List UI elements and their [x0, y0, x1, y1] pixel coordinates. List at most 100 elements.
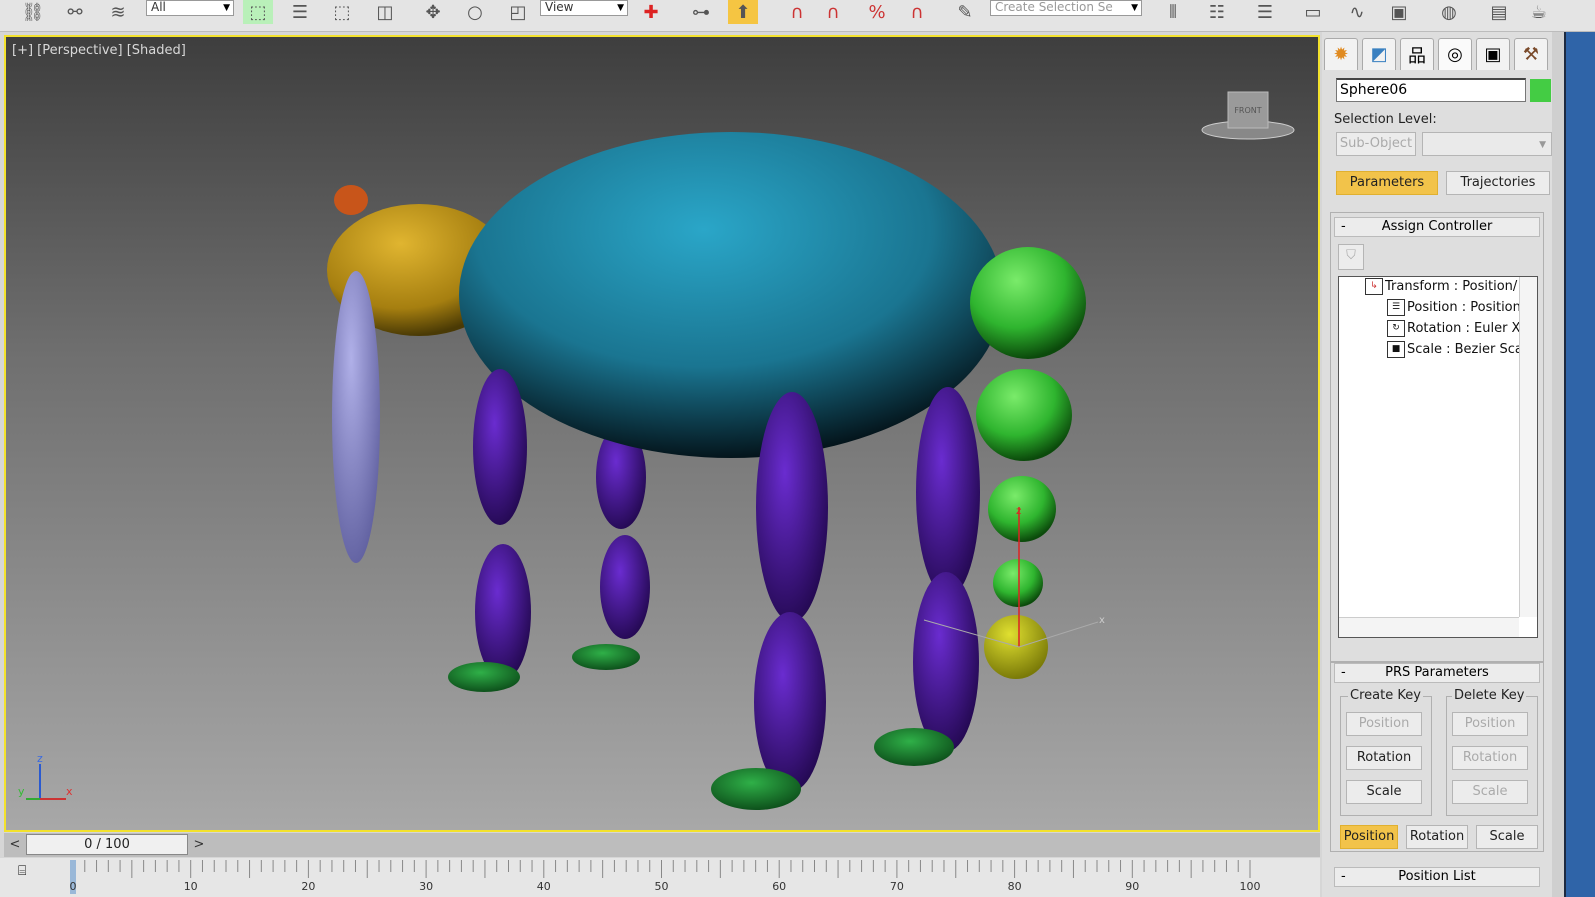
move-icon[interactable]: ✥ — [418, 0, 448, 24]
pivot-icon[interactable]: ✚ — [636, 0, 666, 24]
position-mode-button[interactable]: Position — [1340, 825, 1398, 849]
nose-sphere[interactable] — [334, 185, 368, 215]
viewcube[interactable]: FRONT — [1201, 91, 1295, 140]
foot-back[interactable] — [572, 644, 640, 670]
selection-filter-value: All — [151, 0, 166, 14]
tab-hierarchy[interactable]: 品 — [1400, 38, 1434, 70]
tab-display[interactable]: ▣ — [1476, 38, 1510, 70]
track-bar[interactable]: ⌸ 0 10 20 30 40 50 60 70 80 90 100 — [0, 858, 1320, 897]
reference-coord-value: View — [545, 0, 574, 14]
named-selection-input[interactable]: Create Selection Se ▼ — [990, 0, 1142, 16]
rotation-controller-icon: ↻ — [1387, 320, 1405, 337]
collapse-icon: - — [1341, 219, 1346, 234]
curve-editor-icon[interactable]: ∿ — [1342, 0, 1372, 24]
foot-front-left[interactable] — [448, 662, 520, 692]
prs-parameters-header[interactable]: - PRS Parameters — [1334, 663, 1540, 683]
scene-explorer-icon[interactable]: ▭ — [1298, 0, 1328, 24]
chevron-down-icon: ▼ — [1131, 3, 1138, 13]
layer-explorer-icon[interactable]: ☰ — [1250, 0, 1280, 24]
leg-mid-upper[interactable] — [756, 392, 828, 622]
perspective-viewport[interactable]: [+] [Perspective] [Shaded] FRONT x z z x… — [4, 35, 1320, 832]
foot-mid[interactable] — [711, 768, 801, 810]
render-setup-icon[interactable]: ▤ — [1484, 0, 1514, 24]
spinner-snap-icon[interactable]: ∩ — [902, 0, 932, 24]
leg-front-left-lower[interactable] — [475, 544, 531, 680]
tree-item-scale[interactable]: ■ Scale : Bezier Sca — [1387, 341, 1523, 358]
prev-frame-button[interactable]: < — [6, 835, 24, 855]
select-object-icon[interactable]: ⬚ — [243, 0, 273, 24]
delete-rotation-key-button[interactable]: Rotation — [1452, 746, 1528, 770]
angle-snap-icon[interactable]: ∩ — [818, 0, 848, 24]
leg-mid-lower[interactable] — [754, 612, 826, 792]
keyboard-shortcut-icon[interactable]: ⬆ — [728, 0, 758, 24]
selected-sphere06[interactable] — [984, 615, 1048, 679]
leg-right-lower[interactable] — [913, 572, 979, 752]
assign-controller-button[interactable]: ⛉ — [1338, 244, 1364, 270]
rotate-icon[interactable]: ○ — [460, 0, 490, 24]
tab-create[interactable]: ✹ — [1324, 38, 1358, 70]
sub-object-button[interactable]: Sub-Object — [1336, 132, 1416, 156]
tab-modify[interactable]: ◩ — [1362, 38, 1396, 70]
ear-ellipsoid[interactable] — [332, 271, 380, 563]
tree-item-transform[interactable]: ↳ Transform : Position/ — [1365, 278, 1517, 295]
leg-front-left-upper[interactable] — [473, 369, 527, 525]
chevron-down-icon: ▼ — [223, 3, 230, 13]
tree-item-position[interactable]: ☰ Position : Position — [1387, 299, 1521, 316]
assign-controller-header[interactable]: - Assign Controller — [1334, 217, 1540, 237]
tail-sphere-3[interactable] — [988, 476, 1056, 542]
viewcube-front-label[interactable]: FRONT — [1234, 106, 1261, 115]
frame-tick-label: 40 — [536, 880, 551, 893]
frame-tick-label: 60 — [772, 880, 787, 893]
tab-motion[interactable]: ◎ — [1438, 38, 1472, 70]
unlink-icon[interactable]: ⚯ — [60, 0, 90, 24]
bind-spacewarp-icon[interactable]: ≋ — [103, 0, 133, 24]
tail-sphere-1[interactable] — [970, 247, 1086, 359]
tab-utilities[interactable]: ⚒ — [1514, 38, 1548, 70]
body-ellipsoid[interactable] — [459, 132, 1003, 458]
tail-sphere-2[interactable] — [976, 369, 1072, 461]
selection-level-label: Selection Level: — [1334, 112, 1437, 127]
tree-vertical-scrollbar[interactable] — [1519, 277, 1537, 617]
foot-right[interactable] — [874, 728, 954, 766]
scale-mode-button[interactable]: Scale — [1476, 825, 1538, 849]
leg-back-lower[interactable] — [600, 535, 650, 639]
object-color-swatch[interactable] — [1530, 79, 1551, 102]
tree-horizontal-scrollbar[interactable] — [1339, 617, 1519, 637]
trajectories-button[interactable]: Trajectories — [1446, 171, 1550, 195]
tail-sphere-4[interactable] — [993, 559, 1043, 607]
panel-scrollbar[interactable] — [1552, 32, 1595, 897]
edit-named-selection-icon[interactable]: ✎ — [950, 0, 980, 24]
render-icon[interactable]: ☕ — [1524, 0, 1554, 24]
select-by-name-icon[interactable]: ☰ — [285, 0, 315, 24]
material-editor-icon[interactable]: ◍ — [1434, 0, 1464, 24]
collapse-icon: - — [1341, 869, 1346, 884]
create-position-key-button[interactable]: Position — [1346, 712, 1422, 736]
object-name-input[interactable]: Sphere06 — [1336, 78, 1526, 102]
scale-icon[interactable]: ◰ — [503, 0, 533, 24]
link-icon[interactable]: ⛓ — [18, 0, 48, 24]
create-scale-key-button[interactable]: Scale — [1346, 780, 1422, 804]
create-rotation-key-button[interactable]: Rotation — [1346, 746, 1422, 770]
leg-right-upper[interactable] — [916, 387, 980, 597]
rect-selection-icon[interactable]: ⬚ — [327, 0, 357, 24]
select-manipulate-icon[interactable]: ⊶ — [686, 0, 716, 24]
rotation-mode-button[interactable]: Rotation — [1406, 825, 1468, 849]
snaps-icon[interactable]: ∩ — [782, 0, 812, 24]
selection-filter-dropdown[interactable]: All ▼ — [146, 0, 234, 16]
percent-snap-icon[interactable]: % — [862, 0, 892, 24]
window-crossing-icon[interactable]: ◫ — [370, 0, 400, 24]
position-controller-icon: ☰ — [1387, 299, 1405, 316]
align-icon[interactable]: ☷ — [1202, 0, 1232, 24]
reference-coord-dropdown[interactable]: View ▼ — [540, 0, 628, 16]
tree-item-rotation[interactable]: ↻ Rotation : Euler X — [1387, 320, 1520, 337]
controller-tree[interactable]: ↳ Transform : Position/ ☰ Position : Posit… — [1338, 276, 1538, 638]
delete-position-key-button[interactable]: Position — [1452, 712, 1528, 736]
position-list-header[interactable]: - Position List — [1334, 867, 1540, 887]
time-slider[interactable]: 0 / 100 — [26, 834, 188, 855]
delete-scale-key-button[interactable]: Scale — [1452, 780, 1528, 804]
mirror-icon[interactable]: ⫴ — [1158, 0, 1188, 24]
schematic-view-icon[interactable]: ▣ — [1384, 0, 1414, 24]
parameters-button[interactable]: Parameters — [1336, 171, 1438, 195]
sub-object-dropdown[interactable]: ▼ — [1422, 132, 1552, 156]
next-frame-button[interactable]: > — [190, 835, 208, 855]
